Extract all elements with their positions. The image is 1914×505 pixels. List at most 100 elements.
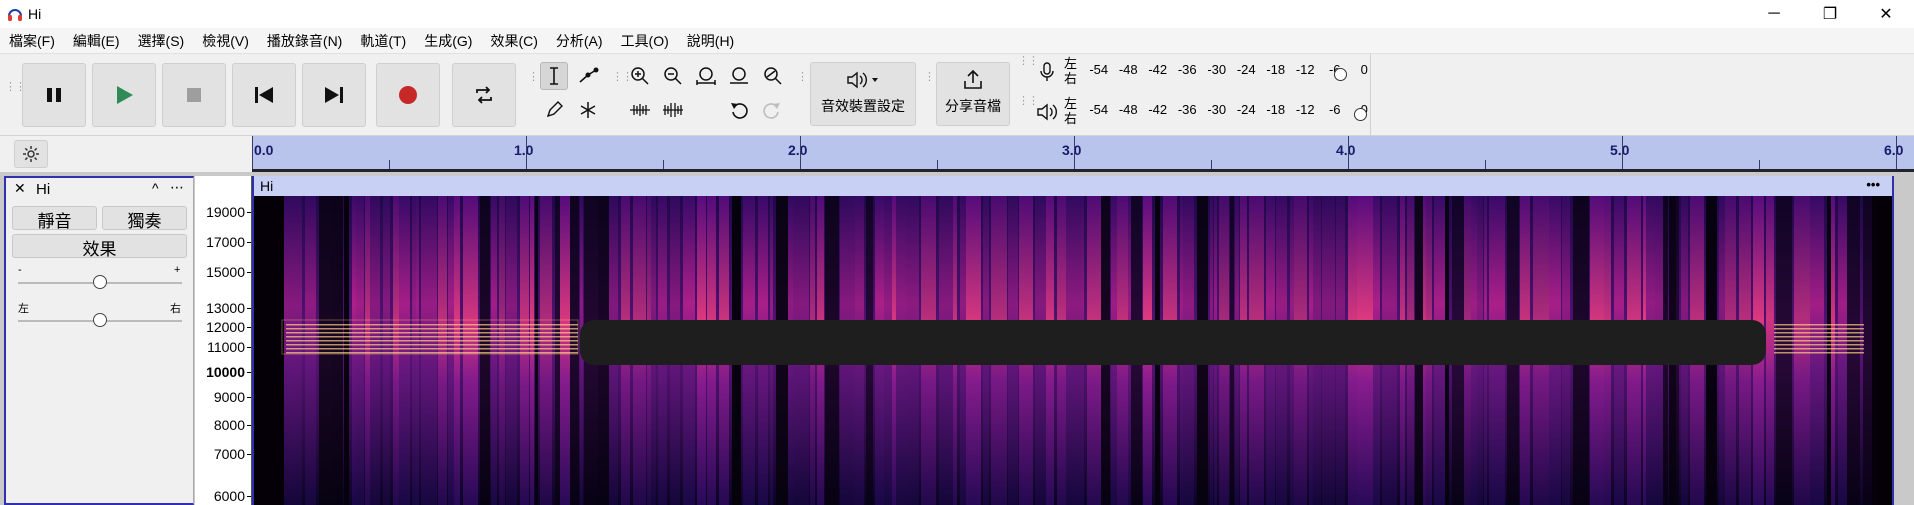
menu-select[interactable]: 選擇(S): [129, 31, 194, 51]
toolbar-grip[interactable]: ⋮⋮: [1018, 96, 1039, 116]
frequency-label: 17000: [206, 234, 245, 250]
envelope-tool-button[interactable]: [574, 62, 602, 90]
skip-to-end-button[interactable]: [302, 63, 366, 127]
clip-menu-icon[interactable]: •••: [1866, 177, 1880, 192]
toolbar-grip[interactable]: ⋮⋮: [1018, 56, 1039, 76]
menu-tracks[interactable]: 軌道(T): [351, 31, 415, 51]
pause-button[interactable]: [22, 63, 86, 127]
toolbar-grip[interactable]: ⋮⋮: [612, 72, 633, 92]
toolbar-grip[interactable]: ⋮⋮: [797, 72, 818, 92]
mute-button[interactable]: 靜音: [12, 206, 97, 231]
gain-max-label: +: [174, 264, 181, 276]
undo-button[interactable]: [725, 96, 753, 124]
ruler-label: 0.0: [254, 142, 274, 158]
menu-help[interactable]: 說明(H): [678, 31, 743, 51]
play-button[interactable]: [92, 63, 156, 127]
trim-audio-button[interactable]: [626, 96, 654, 124]
toolbar-grip[interactable]: ⋮⋮: [924, 72, 945, 92]
menu-edit[interactable]: 編輯(E): [64, 31, 129, 51]
record-meter[interactable]: 左 右 -54-48-42-36-30-24-18-12-60: [1064, 56, 1368, 90]
record-meter-button[interactable]: [1032, 58, 1062, 86]
multi-tool-button[interactable]: [574, 96, 602, 124]
fit-selection-button[interactable]: [692, 62, 720, 90]
asterisk-icon: [580, 102, 596, 118]
frequency-axis[interactable]: 19000 17000 15000 13000 12000 11000 10000 9000 8…: [195, 176, 252, 505]
silence-audio-button[interactable]: [659, 96, 687, 124]
frequency-label: 12000: [206, 319, 245, 335]
spectrogram-band: [1838, 196, 1847, 505]
minimize-button[interactable]: ─: [1746, 0, 1802, 28]
spectrogram-band: [416, 196, 419, 505]
timeline-ruler[interactable]: 0.0 1.0 2.0 3.0 4.0 5.0 6.0: [252, 136, 1914, 172]
spectrogram-band: [540, 196, 552, 505]
timeline-options-button[interactable]: [14, 140, 48, 168]
close-window-button[interactable]: ✕: [1858, 0, 1914, 28]
spectrogram-band: [448, 196, 454, 505]
clip-header[interactable]: Hi •••: [254, 176, 1892, 196]
spectrogram-highlight: [1774, 348, 1864, 350]
spectrogram-highlight: [286, 344, 578, 346]
record-button[interactable]: [376, 63, 440, 127]
menu-view[interactable]: 檢視(V): [193, 31, 258, 51]
zoom-in-icon: [631, 67, 649, 85]
close-track-icon[interactable]: ✕: [14, 180, 26, 197]
spectrogram-band: [1847, 196, 1860, 505]
solo-button[interactable]: 獨奏: [102, 206, 187, 231]
toolbar-grip[interactable]: ⋮⋮: [528, 72, 549, 92]
gain-slider-knob[interactable]: [93, 275, 107, 289]
zoom-in-button[interactable]: [626, 62, 654, 90]
spectrogram-band: [356, 196, 364, 505]
toolbar-grip[interactable]: ⋮⋮: [5, 82, 26, 102]
fit-project-button[interactable]: [725, 62, 753, 90]
frequency-label: 11000: [207, 339, 245, 355]
menu-generate[interactable]: 生成(G): [415, 31, 481, 51]
menu-transport[interactable]: 播放錄音(N): [258, 31, 351, 51]
loop-button[interactable]: [452, 63, 516, 127]
ruler-label: 6.0: [1884, 142, 1904, 158]
frequency-tick: [247, 242, 251, 243]
spectrogram-band: [463, 196, 478, 505]
spectrogram-band: [1810, 196, 1824, 505]
frequency-label: 9000: [213, 389, 245, 405]
menu-file[interactable]: 檔案(F): [0, 31, 64, 51]
effects-button[interactable]: 效果: [12, 234, 187, 259]
stop-button[interactable]: [162, 63, 226, 127]
stop-icon: [187, 88, 201, 102]
zoom-toggle-button[interactable]: [758, 62, 786, 90]
zoom-toggle-icon: [764, 67, 782, 85]
timeline-row: 0.0 1.0 2.0 3.0 4.0 5.0 6.0: [0, 136, 1914, 172]
spectrogram-band: [1863, 196, 1875, 505]
spectrogram-band: [352, 196, 356, 505]
restore-button[interactable]: ❐: [1802, 0, 1858, 28]
playback-meter[interactable]: 左 右 -54-48-42-36-30-24-18-12-60: [1064, 96, 1368, 130]
skip-to-start-button[interactable]: [232, 63, 296, 127]
share-audio-button[interactable]: 分享音檔: [936, 62, 1010, 126]
spectrogram[interactable]: [254, 196, 1892, 505]
ruler-label: 1.0: [514, 142, 534, 158]
selection-tool-button[interactable]: [540, 62, 568, 90]
menu-effect[interactable]: 效果(C): [481, 31, 546, 51]
collapse-track-icon[interactable]: ^: [152, 180, 159, 196]
menu-analyze[interactable]: 分析(A): [547, 31, 612, 51]
ruler-label: 5.0: [1610, 142, 1630, 158]
undo-icon: [731, 103, 748, 119]
draw-tool-button[interactable]: [540, 96, 568, 124]
zoom-out-button[interactable]: [659, 62, 687, 90]
close-icon: ✕: [1879, 6, 1893, 23]
record-level-slider-knob[interactable]: [1334, 68, 1347, 81]
spectrogram-band: [383, 196, 390, 505]
track-menu-icon[interactable]: ⋯: [170, 179, 184, 196]
ruler-tick: [1759, 160, 1760, 169]
playback-meter-button[interactable]: [1032, 98, 1062, 126]
playback-level-slider-knob[interactable]: [1354, 108, 1367, 121]
frequency-label: 15000: [206, 264, 245, 280]
track-control-panel[interactable]: ✕ Hi ^ ⋯ 靜音 獨奏 效果 - + 左 右: [4, 176, 194, 505]
menu-tools[interactable]: 工具(O): [612, 31, 678, 51]
ruler-label: 4.0: [1336, 142, 1356, 158]
audio-setup-button[interactable]: 音效裝置設定: [810, 62, 916, 126]
frequency-label: 13000: [206, 300, 245, 316]
track-name[interactable]: Hi: [36, 181, 50, 198]
redo-button[interactable]: [758, 96, 786, 124]
audio-clip[interactable]: Hi •••: [252, 176, 1894, 505]
pan-slider-knob[interactable]: [93, 313, 107, 327]
